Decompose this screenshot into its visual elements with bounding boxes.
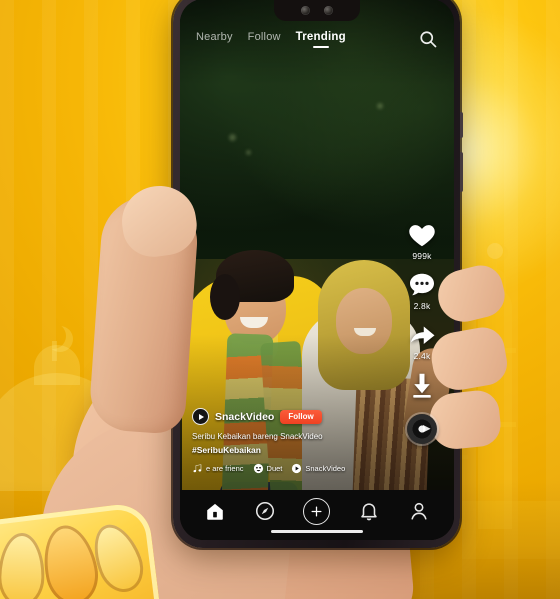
comment-icon [410, 273, 434, 296]
smartphone-device: Nearby Follow Trending 999k 2.8k 2.4k Sn… [173, 0, 463, 548]
decorative-ornament [0, 501, 160, 599]
follow-button[interactable]: Follow [280, 409, 322, 424]
video-hashtag[interactable]: #SeribuKebaikan [192, 445, 402, 455]
tab-create[interactable] [303, 497, 331, 525]
duet-icon [253, 463, 263, 474]
ornament-petal-1 [0, 532, 46, 599]
tab-profile[interactable] [408, 500, 430, 522]
music-note-icon [193, 464, 202, 473]
phone-notch [274, 0, 360, 21]
plus-icon [311, 506, 322, 516]
tab-nearby[interactable]: Nearby [196, 31, 233, 48]
share-count: 2.4k [413, 351, 431, 361]
crescent-moon-icon-right-large [487, 243, 503, 259]
promo-image-stage: Nearby Follow Trending 999k 2.8k 2.4k Sn… [0, 0, 560, 599]
author-row: SnackVideo Follow [192, 408, 402, 426]
profile-icon [411, 502, 427, 520]
phone-side-button-power [460, 152, 463, 192]
tab-follow[interactable]: Follow [248, 31, 281, 48]
share-arrow-icon [410, 326, 435, 344]
author-username[interactable]: SnackVideo [215, 411, 274, 423]
like-count: 999k [412, 251, 432, 261]
snackvideo-label: SnackVideo [305, 464, 346, 473]
bell-icon [361, 503, 378, 521]
snackvideo-badge-icon [292, 463, 302, 474]
feed-tabs: Nearby Follow Trending [196, 31, 418, 48]
mosque-dome-neck-left [34, 345, 80, 385]
video-caption: Seribu Kebaikan bareng SnackVideo [192, 432, 323, 442]
download-button[interactable] [407, 370, 437, 400]
download-icon [413, 373, 431, 398]
tab-discover[interactable] [254, 500, 276, 522]
tab-home[interactable] [204, 500, 226, 522]
search-icon[interactable] [418, 29, 438, 49]
home-indicator [271, 530, 363, 533]
crescent-moon-icon-left [40, 323, 66, 349]
music-title: e are frienc [206, 464, 244, 473]
top-navigation-bar: Nearby Follow Trending [180, 29, 454, 49]
ornament-petal-2 [37, 520, 104, 599]
video-info-overlay: SnackVideo Follow Seribu Kebaikan bareng… [192, 408, 402, 474]
home-icon [207, 503, 223, 520]
compass-icon [255, 501, 274, 521]
video-meta-row: e are frienc Duet SnackVideo [192, 463, 402, 474]
duet-chip[interactable]: Duet [253, 463, 283, 474]
tab-notifications[interactable] [358, 500, 380, 522]
snackvideo-chip[interactable]: SnackVideo [291, 463, 345, 474]
comment-button[interactable]: 2.8k [407, 270, 437, 311]
front-camera-icon-2 [324, 5, 333, 15]
like-button[interactable]: 999k [407, 220, 437, 261]
play-avatar-icon[interactable] [192, 408, 209, 426]
video-action-rail: 999k 2.8k 2.4k [399, 220, 445, 444]
music-chip[interactable]: e are frienc [192, 463, 244, 474]
music-disc-icon[interactable] [407, 414, 437, 444]
phone-side-button-volume [460, 112, 463, 138]
tab-trending[interactable]: Trending [296, 31, 346, 48]
share-button[interactable]: 2.4k [407, 320, 437, 361]
phone-screen: Nearby Follow Trending 999k 2.8k 2.4k Sn… [180, 0, 454, 540]
heart-icon [409, 225, 435, 247]
comment-count: 2.8k [413, 301, 431, 311]
front-camera-icon-1 [301, 5, 310, 15]
duet-label: Duet [266, 464, 283, 473]
